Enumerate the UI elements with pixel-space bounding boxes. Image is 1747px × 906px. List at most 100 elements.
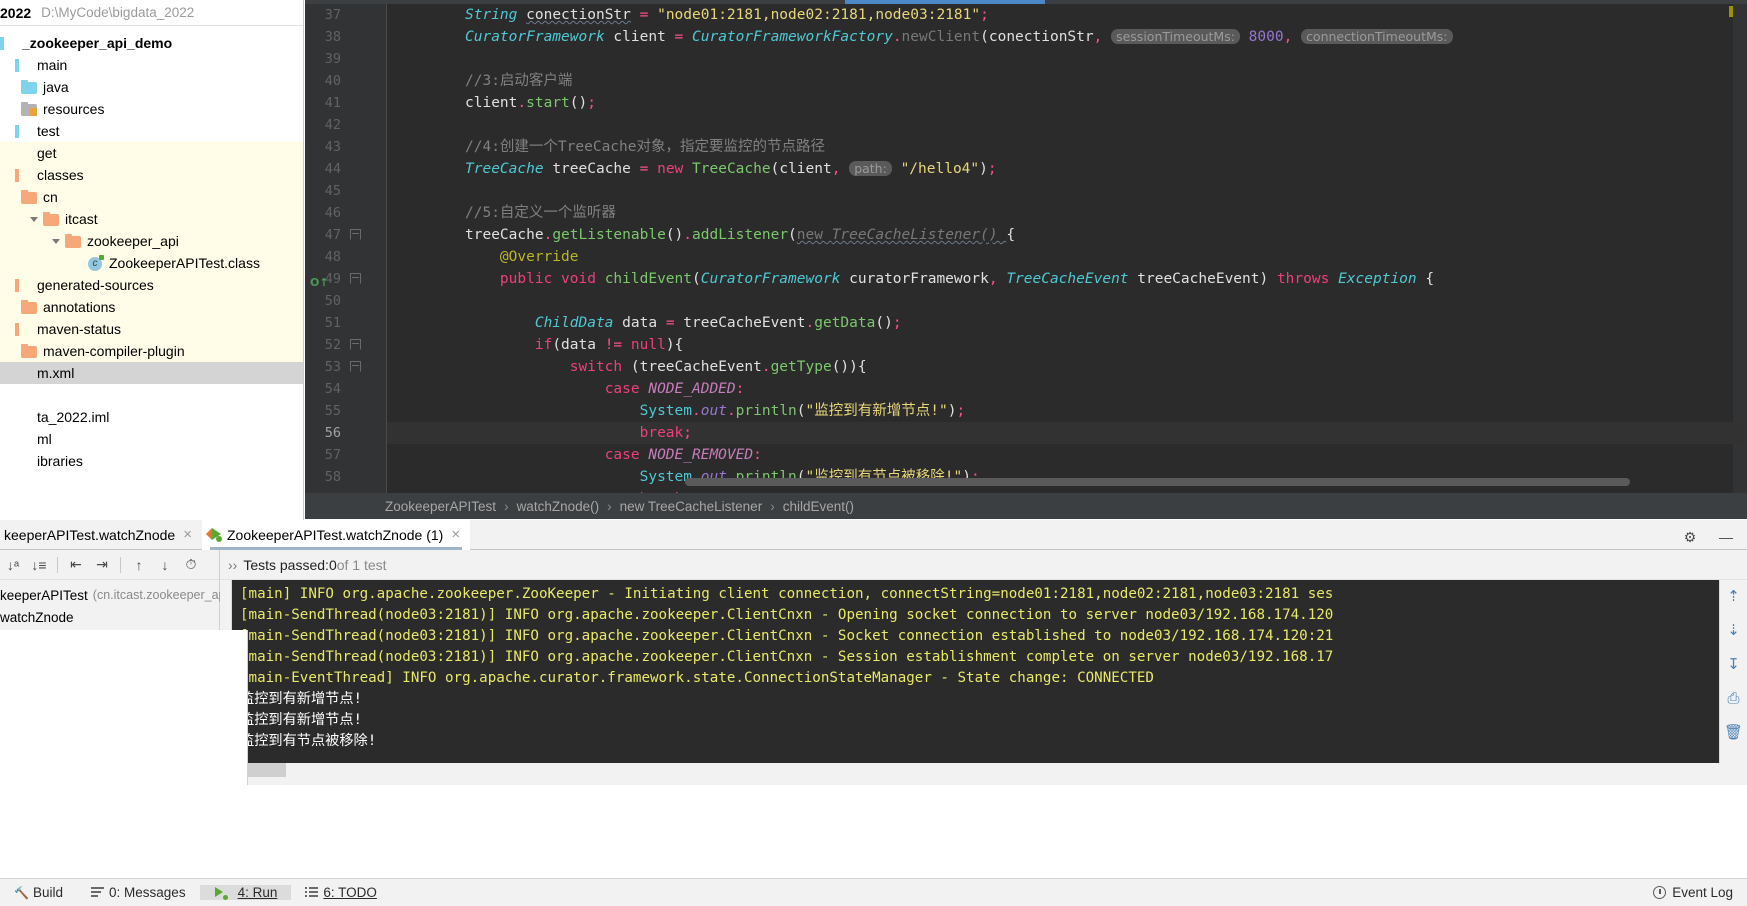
breadcrumb-item-2[interactable]: new TreeCacheListener (620, 499, 763, 514)
expand-chevron-icon[interactable]: ›› (228, 557, 237, 573)
line-number[interactable]: 52 (305, 334, 387, 356)
code-line[interactable]: //5:自定义一个监听器 (387, 202, 1747, 224)
code-line[interactable]: if(data != null){ (387, 334, 1747, 356)
tree-item[interactable]: annotations (0, 296, 303, 318)
breadcrumb-item-1[interactable]: watchZnode() (517, 499, 600, 514)
tree-item[interactable]: generated-sources (0, 274, 303, 296)
status-bar[interactable]: 🔨 Build 0: Messages 4: Run 6: TODO Event… (0, 878, 1747, 906)
line-number[interactable]: 43 (305, 136, 387, 158)
code-line[interactable]: System.out.println("监控到有新增节点!"); (387, 400, 1747, 422)
soft-wrap-icon[interactable]: ↧ (1724, 654, 1744, 674)
line-number[interactable]: 46 (305, 202, 387, 224)
line-number[interactable]: 57 (305, 444, 387, 466)
line-number[interactable]: 50 (305, 290, 387, 312)
run-tab-0[interactable]: keeperAPITest.watchZnode × (0, 520, 202, 550)
code-line[interactable]: //3:启动客户端 (387, 70, 1747, 92)
tree-item[interactable]: cn (0, 186, 303, 208)
code-line[interactable]: switch (treeCacheEvent.getType()){ (387, 356, 1747, 378)
editor-gutter[interactable]: 37 38 39 40 41 42 43 44 45 46 47 48 O↑ 49 50 51 52 53 54 55… (305, 4, 387, 493)
console-side-toolbar[interactable]: ⇡ ⇣ ↧ ⎙ 🗑 (1719, 580, 1747, 763)
code-line[interactable] (387, 48, 1747, 70)
next-failed-test-icon[interactable]: ↓ (154, 554, 176, 576)
close-icon[interactable]: × (183, 526, 192, 543)
expand-all-icon[interactable]: ⇤ (65, 554, 87, 576)
line-number[interactable]: 48 (305, 246, 387, 268)
code-line[interactable] (387, 114, 1747, 136)
print-icon[interactable]: ⎙ (1724, 688, 1744, 708)
test-tree-row-0[interactable]: keeperAPITest (cn.itcast.zookeeper_ap (0, 584, 226, 606)
breadcrumb-item-0[interactable]: ZookeeperAPITest (385, 499, 496, 514)
run-window-controls[interactable]: ⚙ — (1679, 526, 1737, 548)
tree-item[interactable]: ibraries (0, 450, 303, 472)
code-fold-icon[interactable] (350, 339, 361, 350)
line-number[interactable]: 38 (305, 26, 387, 48)
code-line[interactable]: case NODE_REMOVED: (387, 444, 1747, 466)
code-line[interactable]: client.start(); (387, 92, 1747, 114)
line-number[interactable]: 44 (305, 158, 387, 180)
scroll-up-icon[interactable]: ⇡ (1724, 586, 1744, 606)
editor-horizontal-scrollbar[interactable] (685, 478, 1630, 486)
test-tree[interactable]: keeperAPITest (cn.itcast.zookeeper_ap wa… (0, 580, 226, 628)
line-number[interactable]: 51 (305, 312, 387, 334)
minimize-icon[interactable]: — (1715, 526, 1737, 548)
tree-item[interactable]: itcast (0, 208, 303, 230)
line-number[interactable]: 41 (305, 92, 387, 114)
close-icon[interactable]: × (451, 526, 460, 543)
tree-item[interactable]: zookeeper_api (0, 230, 303, 252)
status-item-run[interactable]: 4: Run (199, 885, 292, 900)
line-number[interactable]: 55 (305, 400, 387, 422)
line-number[interactable]: 37 (305, 4, 387, 26)
code-line[interactable] (387, 180, 1747, 202)
code-line[interactable]: case NODE_ADDED: (387, 378, 1747, 400)
project-tool-window[interactable]: 2022 D:\MyCode\bigdata_2022 _zookeeper_a… (0, 0, 304, 521)
code-line[interactable]: CuratorFramework client = CuratorFramewo… (387, 26, 1747, 48)
tree-item[interactable]: classes (0, 164, 303, 186)
line-number[interactable]: O↑ 49 (305, 268, 387, 290)
line-number[interactable]: 47 (305, 224, 387, 246)
breadcrumb-item-3[interactable]: childEvent() (783, 499, 854, 514)
code-line[interactable] (387, 290, 1747, 312)
line-number[interactable]: 45 (305, 180, 387, 202)
line-number[interactable]: 53 (305, 356, 387, 378)
test-toolbar[interactable]: ↓ᵃ ↓≡ ⇤ ⇥ ↑ ↓ ⏱ (0, 550, 219, 580)
collapse-all-icon[interactable]: ⇥ (91, 554, 113, 576)
tree-item[interactable]: test (0, 120, 303, 142)
gear-icon[interactable]: ⚙ (1679, 526, 1701, 548)
status-item-todo[interactable]: 6: TODO (291, 885, 391, 900)
code-line[interactable]: ChildData data = treeCacheEvent.getData(… (387, 312, 1747, 334)
editor-code-area[interactable]: String conectionStr = "node01:2181,node0… (387, 4, 1747, 493)
status-item-messages[interactable]: 0: Messages (77, 885, 200, 900)
code-line[interactable]: public void childEvent(CuratorFramework … (387, 268, 1747, 290)
test-history-icon[interactable]: ⏱ (180, 554, 202, 576)
console-output[interactable]: [main] INFO org.apache.zookeeper.ZooKeep… (232, 580, 1719, 763)
code-editor[interactable]: 37 38 39 40 41 42 43 44 45 46 47 48 O↑ 49 50 51 52 53 54 55… (305, 0, 1747, 493)
code-line[interactable]: break; (387, 422, 1747, 444)
run-tab-1[interactable]: ZookeeperAPITest.watchZnode (1) × (201, 519, 471, 550)
tree-item[interactable]: resources (0, 98, 303, 120)
sort-alphabetically-icon[interactable]: ↓ᵃ (2, 554, 24, 576)
tree-item[interactable]: get (0, 142, 303, 164)
tree-item[interactable]: maven-status (0, 318, 303, 340)
tree-item[interactable]: maven-compiler-plugin (0, 340, 303, 362)
code-line[interactable]: TreeCache treeCache = new TreeCache(clie… (387, 158, 1747, 180)
tree-item[interactable]: ta_2022.iml (0, 406, 303, 428)
chevron-down-icon[interactable] (50, 235, 63, 248)
breadcrumb[interactable]: ZookeeperAPITest › watchZnode() › new Tr… (305, 493, 1747, 519)
line-number[interactable]: 54 (305, 378, 387, 400)
line-number[interactable]: 39 (305, 48, 387, 70)
tree-item-module[interactable]: _zookeeper_api_demo (0, 32, 303, 54)
line-number[interactable]: 40 (305, 70, 387, 92)
clear-all-icon[interactable]: 🗑 (1724, 722, 1744, 742)
scroll-down-icon[interactable]: ⇣ (1724, 620, 1744, 640)
run-tool-window[interactable]: keeperAPITest.watchZnode × ZookeeperAPIT… (0, 519, 1747, 785)
status-item-event-log[interactable]: Event Log (1653, 885, 1747, 900)
code-fold-icon[interactable] (350, 229, 361, 240)
sort-by-duration-icon[interactable]: ↓≡ (28, 554, 50, 576)
code-line[interactable]: //4:创建一个TreeCache对象，指定要监控的节点路径 (387, 136, 1747, 158)
tree-item[interactable]: m.xml (0, 362, 303, 384)
code-line[interactable]: String conectionStr = "node01:2181,node0… (387, 4, 1747, 26)
code-line[interactable]: treeCache.getListenable().addListener(ne… (387, 224, 1747, 246)
code-line[interactable]: @Override (387, 246, 1747, 268)
line-number[interactable]: 56 (305, 422, 387, 444)
line-number[interactable]: 42 (305, 114, 387, 136)
